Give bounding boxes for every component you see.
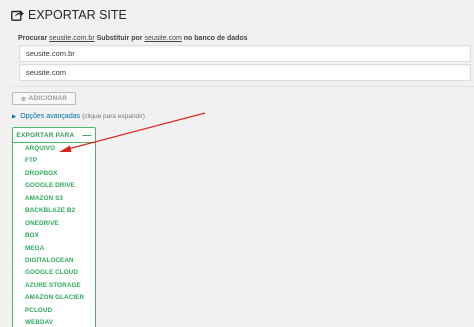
destination-azure-storage[interactable]: AZURE STORAGE	[25, 280, 95, 292]
add-button[interactable]: ⊕ ADICIONAR	[12, 92, 76, 105]
export-to-label: EXPORTAR PARA	[16, 131, 75, 139]
destination-google-cloud[interactable]: GOOGLE CLOUD	[25, 267, 95, 279]
destination-mega[interactable]: MEGA	[25, 243, 95, 255]
destination-box[interactable]: BOX	[25, 230, 95, 242]
destination-google-drive[interactable]: GOOGLE DRIVE	[25, 180, 95, 192]
destination-pcloud[interactable]: PCLOUD	[25, 305, 95, 317]
export-to-button[interactable]: EXPORTAR PARA —	[13, 128, 95, 143]
destination-webdav[interactable]: WEBDAV	[25, 317, 95, 327]
search-replace-label: Procurar seusite.com.br Substituir por s…	[18, 35, 248, 42]
destination-dropbox[interactable]: DROPBOX	[25, 168, 95, 180]
destination-amazon-glacier[interactable]: AMAZON GLACIER	[25, 292, 95, 304]
page-title-text: EXPORTAR SITE	[28, 8, 127, 22]
plus-circle-icon: ⊕	[20, 95, 27, 103]
section-divider	[11, 86, 474, 87]
advanced-options-link[interactable]: Opções avançadas	[20, 113, 80, 120]
destination-arquivo[interactable]: ARQUIVO	[25, 143, 95, 155]
destination-ftp[interactable]: FTP	[25, 155, 95, 167]
replace-term: seusite.com	[144, 35, 182, 42]
add-button-label: ADICIONAR	[28, 95, 68, 102]
advanced-options[interactable]: ▶ Opções avançadas (clique para expandir…	[12, 113, 145, 120]
triangle-right-icon: ▶	[12, 114, 17, 120]
page-title: EXPORTAR SITE	[11, 8, 127, 22]
export-destinations: ARQUIVO FTP DROPBOX GOOGLE DRIVE AMAZON …	[13, 143, 95, 327]
label-prefix: Procurar	[18, 35, 48, 42]
export-dropdown: EXPORTAR PARA — ARQUIVO FTP DROPBOX GOOG…	[12, 127, 96, 327]
destination-amazon-s3[interactable]: AMAZON S3	[25, 193, 95, 205]
label-suffix: no banco de dados	[183, 35, 248, 42]
find-input[interactable]: seusite.com.br	[19, 45, 471, 62]
destination-onedrive[interactable]: ONEDRIVE	[25, 218, 95, 230]
share-export-icon	[11, 10, 24, 21]
search-term: seusite.com.br	[49, 35, 95, 42]
label-middle: Substituir por	[96, 35, 143, 42]
destination-backblaze-b2[interactable]: BACKBLAZE B2	[25, 205, 95, 217]
destination-digitalocean[interactable]: DIGITALOCEAN	[25, 255, 95, 267]
advanced-options-hint: (clique para expandir)	[82, 113, 145, 120]
collapse-icon: —	[82, 129, 92, 140]
replace-input[interactable]: seusite.com	[19, 64, 471, 81]
